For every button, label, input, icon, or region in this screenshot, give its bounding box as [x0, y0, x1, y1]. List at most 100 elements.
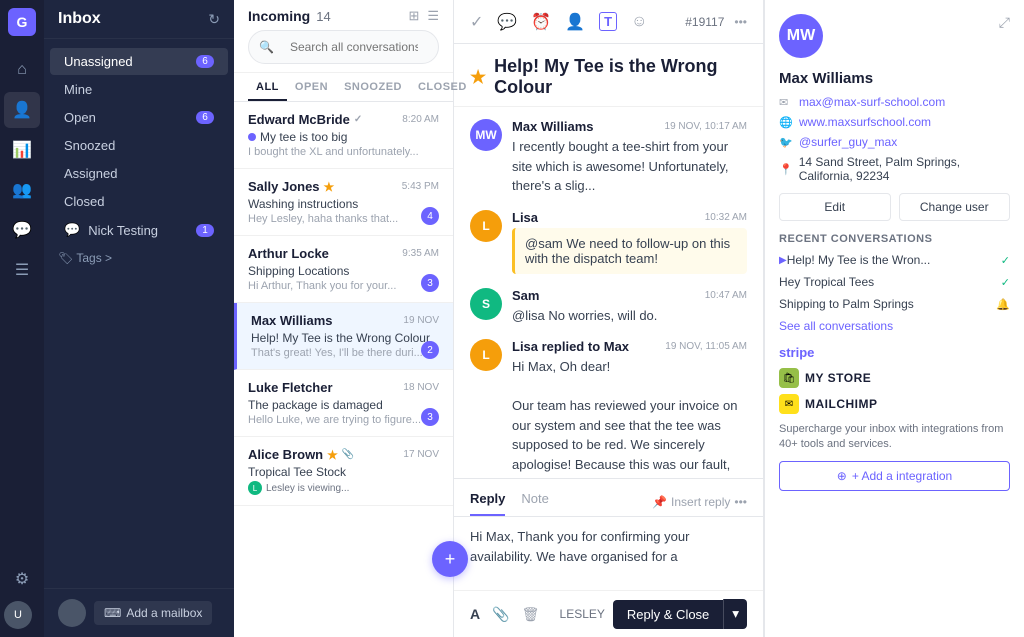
sidebar-item-unassigned[interactable]: Unassigned 6	[50, 48, 228, 75]
note-message: @sam We need to follow-up on this with t…	[512, 228, 747, 274]
sidebar-item-closed[interactable]: Closed	[50, 188, 228, 215]
tab-reply[interactable]: Reply	[470, 487, 505, 516]
mute-icon[interactable]: 💬	[497, 12, 517, 32]
reply-area: Reply Note 📌 Insert reply ••• Hi Max, Th…	[454, 478, 763, 637]
text-format-icon[interactable]: A	[470, 606, 480, 622]
conversation-title-bar: ★ Help! My Tee is the Wrong Colour	[454, 44, 763, 107]
star-icon: ★	[324, 180, 335, 194]
pin-icon: 📌	[652, 495, 667, 509]
snoozed-label: Snoozed	[64, 138, 115, 153]
avatar: L	[470, 339, 502, 371]
contact-avatar: MW	[779, 14, 823, 58]
reply-close-button[interactable]: Reply & Close	[613, 600, 723, 629]
sidebar-item-assigned[interactable]: Assigned	[50, 160, 228, 187]
email-link[interactable]: max@max-surf-school.com	[799, 95, 945, 109]
twitter-icon: 🐦	[779, 136, 793, 149]
nick-testing-left: 💬 Nick Testing	[64, 222, 158, 238]
list-item[interactable]: Luke Fletcher 18 NOV The package is dama…	[234, 370, 453, 437]
delete-icon[interactable]: 🗑	[522, 606, 540, 623]
list-item[interactable]: Arthur Locke 9:35 AM Shipping Locations …	[234, 236, 453, 303]
translate-icon[interactable]: T	[599, 12, 617, 31]
star-icon: ★	[327, 448, 338, 462]
user-avatar[interactable]: U	[4, 601, 32, 629]
reply-close-dropdown[interactable]: ▾	[723, 599, 747, 629]
resolve-icon[interactable]: ✓	[470, 12, 483, 32]
nav-align-icon[interactable]: ☰	[4, 252, 40, 288]
recent-conv-text: Hey Tropical Tees	[779, 275, 1001, 289]
tab-snoozed[interactable]: SNOOZED	[336, 73, 410, 101]
assigned-label: Assigned	[64, 166, 117, 181]
list-item[interactable]: Hey Tropical Tees ✓	[779, 275, 1010, 289]
shopify-integration: 🛍 MY STORE	[779, 368, 1010, 388]
tab-closed[interactable]: CLOSED	[410, 73, 475, 101]
message-item: L Lisa replied to Max 19 NOV, 11:05 AM H…	[470, 339, 747, 478]
sidebar: Inbox ↻ Unassigned 6 Mine Open 6 Snoozed…	[44, 0, 234, 637]
more-icon[interactable]: •••	[734, 495, 747, 509]
message-item: MW Max Williams 19 NOV, 10:17 AM I recen…	[470, 119, 747, 196]
nav-home-icon[interactable]: ⌂	[4, 52, 40, 88]
sidebar-item-snoozed[interactable]: Snoozed	[50, 132, 228, 159]
attachment-icon: 📎	[342, 449, 354, 460]
nav-messages-icon[interactable]: 💬	[4, 212, 40, 248]
expand-icon[interactable]: ⤢	[999, 14, 1010, 31]
nav-contacts-icon[interactable]: 👥	[4, 172, 40, 208]
sidebar-items: Unassigned 6 Mine Open 6 Snoozed Assigne…	[44, 39, 234, 588]
list-item[interactable]: Sally Jones ★ 5:43 PM Washing instructio…	[234, 169, 453, 236]
sort-icon[interactable]: ⊞	[408, 8, 419, 24]
recent-conv-active[interactable]: ▶ Help! My Tee is the Wron... ✓	[779, 253, 1010, 267]
compose-button[interactable]: +	[432, 541, 468, 577]
avatar: S	[470, 288, 502, 320]
filter-icon[interactable]: ☰	[427, 8, 439, 24]
sidebar-tags[interactable]: 🏷 Tags >	[44, 245, 234, 271]
reply-textarea[interactable]: Hi Max, Thank you for confirming your av…	[454, 517, 763, 587]
inbox-list-title: Incoming	[248, 8, 310, 24]
refresh-icon[interactable]: ↻	[208, 11, 220, 28]
assign-icon[interactable]: 👤	[565, 12, 585, 32]
change-user-button[interactable]: Change user	[899, 193, 1011, 221]
see-all-conversations-link[interactable]: See all conversations	[779, 319, 1010, 333]
search-icon: 🔍	[259, 40, 274, 54]
reply-tools: A 📎 🗑	[470, 606, 539, 623]
attachment-icon[interactable]: 📎	[492, 606, 509, 623]
reply-footer: A 📎 🗑 LESLEY Reply & Close ▾	[454, 590, 763, 637]
arrow-icon: ▶	[779, 255, 787, 266]
search-input[interactable]	[280, 35, 428, 59]
viewing-text: Lesley is viewing...	[266, 483, 349, 494]
tab-open[interactable]: OPEN	[287, 73, 336, 101]
emoji-icon[interactable]: ☺	[631, 13, 647, 31]
avatar: MW	[470, 119, 502, 151]
contact-name: Max Williams	[779, 70, 1010, 87]
tab-all[interactable]: ALL	[248, 73, 287, 101]
snooze-icon[interactable]: ⏰	[531, 12, 551, 32]
conversation-title: Help! My Tee is the Wrong Colour	[494, 56, 747, 98]
nav-settings-icon[interactable]: ⚙	[4, 561, 40, 597]
tab-note[interactable]: Note	[521, 487, 548, 516]
integration-promo: Supercharge your inbox with integrations…	[779, 422, 1010, 453]
add-integration-button[interactable]: ⊕ + Add a integration	[779, 461, 1010, 491]
sidebar-item-open[interactable]: Open 6	[50, 104, 228, 131]
shopify-name: MY STORE	[805, 371, 871, 385]
contact-header: MW ⤢	[779, 14, 1010, 58]
list-item[interactable]: Max Williams 19 NOV Help! My Tee is the …	[234, 303, 453, 370]
sidebar-item-nick-testing[interactable]: 💬 Nick Testing 1	[50, 216, 228, 244]
conversation-list: Edward McBride ✓ 8:20 AM My tee is too b…	[234, 102, 453, 637]
bell-icon: 🔔	[996, 298, 1010, 311]
insert-reply-button[interactable]: 📌 Insert reply •••	[652, 487, 747, 516]
footer-avatar	[58, 599, 86, 627]
conv-badge: 3	[421, 408, 439, 426]
list-item[interactable]: Alice Brown ★ 📎 17 NOV Tropical Tee Stoc…	[234, 437, 453, 506]
nick-testing-badge: 1	[196, 224, 214, 237]
contact-actions: Edit Change user	[779, 193, 1010, 221]
more-options-icon[interactable]: •••	[734, 15, 747, 29]
nav-reports-icon[interactable]: 📊	[4, 132, 40, 168]
open-badge: 6	[196, 111, 214, 124]
sidebar-item-mine[interactable]: Mine	[50, 76, 228, 103]
website-link[interactable]: www.maxsurfschool.com	[799, 115, 931, 129]
avatar: L	[470, 210, 502, 242]
edit-button[interactable]: Edit	[779, 193, 891, 221]
list-item[interactable]: Shipping to Palm Springs 🔔	[779, 297, 1010, 311]
nav-conversations-icon[interactable]: 👤	[4, 92, 40, 128]
add-mailbox-button[interactable]: ⌨ Add a mailbox	[94, 601, 212, 625]
agent-label: LESLEY	[560, 607, 605, 621]
list-item[interactable]: Edward McBride ✓ 8:20 AM My tee is too b…	[234, 102, 453, 169]
